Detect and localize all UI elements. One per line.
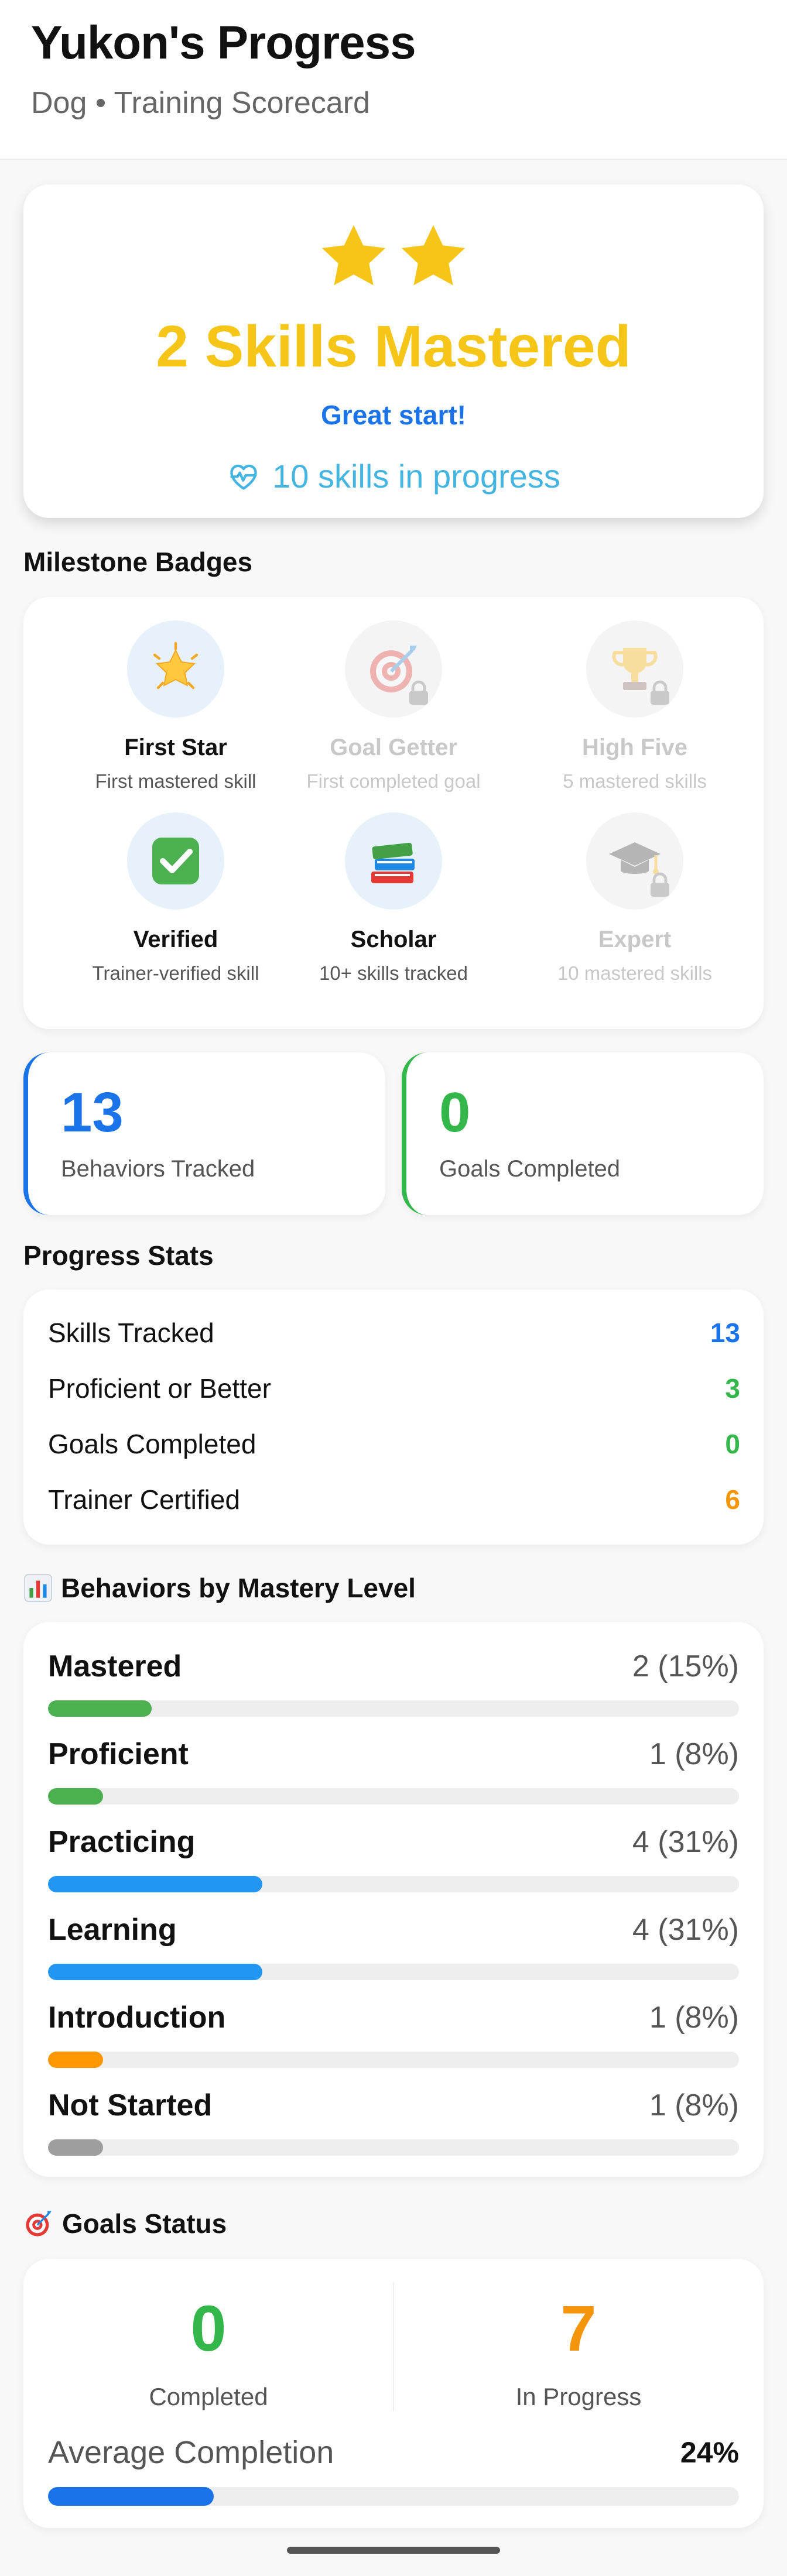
mastery-row-proficient: Proficient 1 (8%)	[48, 1733, 739, 1821]
progress-track	[48, 1788, 739, 1805]
goals-completed-label: Goals Completed	[439, 1156, 621, 1182]
badge-icon-circle	[127, 620, 224, 718]
badge-verified[interactable]: Verified Trainer-verified skill	[55, 812, 296, 986]
goals-completed-value: 0	[439, 1081, 471, 1144]
bar-chart-icon	[24, 1574, 52, 1602]
progress-track	[48, 2139, 739, 2156]
goals-in-progress-column: 7 In Progress	[515, 2293, 642, 2411]
goals-status-heading: Goals Status	[23, 2207, 227, 2240]
stat-row-proficient: Proficient or Better 3	[48, 1373, 740, 1404]
home-indicator[interactable]	[287, 2547, 500, 2554]
badge-scholar[interactable]: Scholar 10+ skills tracked	[273, 812, 514, 986]
badge-icon-circle	[127, 812, 224, 910]
average-completion-track	[48, 2487, 739, 2506]
stat-row-goals-completed: Goals Completed 0	[48, 1428, 740, 1459]
progress-track	[48, 1964, 739, 1980]
progress-fill	[48, 1700, 152, 1717]
target-icon	[26, 2211, 52, 2237]
goals-status-card: 0 Completed 7 In Progress Average Comple…	[23, 2259, 764, 2528]
mastery-row-practicing: Practicing 4 (31%)	[48, 1821, 739, 1909]
progress-stats-card: Skills Tracked 13 Proficient or Better 3…	[23, 1289, 764, 1545]
badge-icon-circle	[586, 812, 683, 910]
page-subtitle: Dog • Training Scorecard	[31, 86, 370, 120]
encouragement-text: Great start!	[321, 400, 466, 430]
progress-track	[48, 1876, 739, 1892]
books-icon	[371, 842, 415, 883]
badge-icon-circle	[586, 620, 683, 718]
milestone-badges-heading: Milestone Badges	[23, 547, 253, 577]
badge-first-star[interactable]: First Star First mastered skill	[55, 620, 296, 794]
skills-mastered-count: 2 Skills Mastered	[156, 314, 631, 379]
mastery-level-heading: Behaviors by Mastery Level	[23, 1572, 416, 1604]
progress-fill	[48, 2139, 104, 2156]
lock-icon	[409, 680, 428, 705]
in-progress-label: 10 skills in progress	[272, 458, 560, 495]
page-header: Yukon's Progress Dog • Training Scorecar…	[0, 0, 787, 160]
milestone-badges-card: First Star First mastered skill Goal Get…	[23, 597, 764, 1029]
lock-icon	[651, 680, 669, 705]
check-mark-icon	[152, 838, 199, 884]
mastered-stars	[23, 219, 764, 296]
badge-icon-circle	[345, 812, 442, 910]
glowing-star-icon	[153, 642, 199, 690]
progress-fill	[48, 1876, 262, 1892]
mastery-row-mastered: Mastered 2 (15%)	[48, 1645, 739, 1733]
progress-fill	[48, 2052, 104, 2068]
badge-goal-getter[interactable]: Goal Getter First completed goal	[273, 620, 514, 794]
mastery-row-introduction: Introduction 1 (8%)	[48, 1997, 739, 2084]
stat-row-skills-tracked: Skills Tracked 13	[48, 1317, 740, 1348]
mastery-summary-card: 2 Skills Mastered Great start! 10 skills…	[23, 184, 764, 518]
behaviors-tracked-card: 13 Behaviors Tracked	[23, 1052, 385, 1215]
behaviors-tracked-label: Behaviors Tracked	[61, 1156, 255, 1182]
in-progress-row: 10 skills in progress	[23, 457, 764, 496]
mastery-level-card: Mastered 2 (15%) Proficient 1 (8%) Practic…	[23, 1622, 764, 2177]
average-completion-fill	[48, 2487, 214, 2506]
progress-track	[48, 1700, 739, 1717]
goals-completed-card: 0 Goals Completed	[402, 1052, 764, 1215]
stat-row-trainer-certified: Trainer Certified 6	[48, 1484, 740, 1515]
behaviors-tracked-value: 13	[61, 1081, 124, 1144]
badge-expert[interactable]: Expert 10 mastered skills	[514, 812, 755, 986]
star-icon	[321, 225, 386, 286]
progress-stats-heading: Progress Stats	[23, 1240, 214, 1271]
badge-icon-circle	[345, 620, 442, 718]
progress-track	[48, 2052, 739, 2068]
mastery-row-learning: Learning 4 (31%)	[48, 1909, 739, 1997]
progress-fill	[48, 1788, 104, 1805]
heart-pulse-icon	[230, 464, 257, 490]
star-icon	[401, 225, 466, 286]
goals-completed-column: 0 Completed	[149, 2293, 268, 2411]
lock-icon	[651, 872, 669, 897]
average-completion-row: Average Completion 24%	[48, 2435, 739, 2470]
page-title: Yukon's Progress	[31, 16, 416, 68]
mastery-row-not-started: Not Started 1 (8%)	[48, 2084, 739, 2172]
progress-fill	[48, 1964, 262, 1980]
badge-high-five[interactable]: High Five 5 mastered skills	[514, 620, 755, 794]
